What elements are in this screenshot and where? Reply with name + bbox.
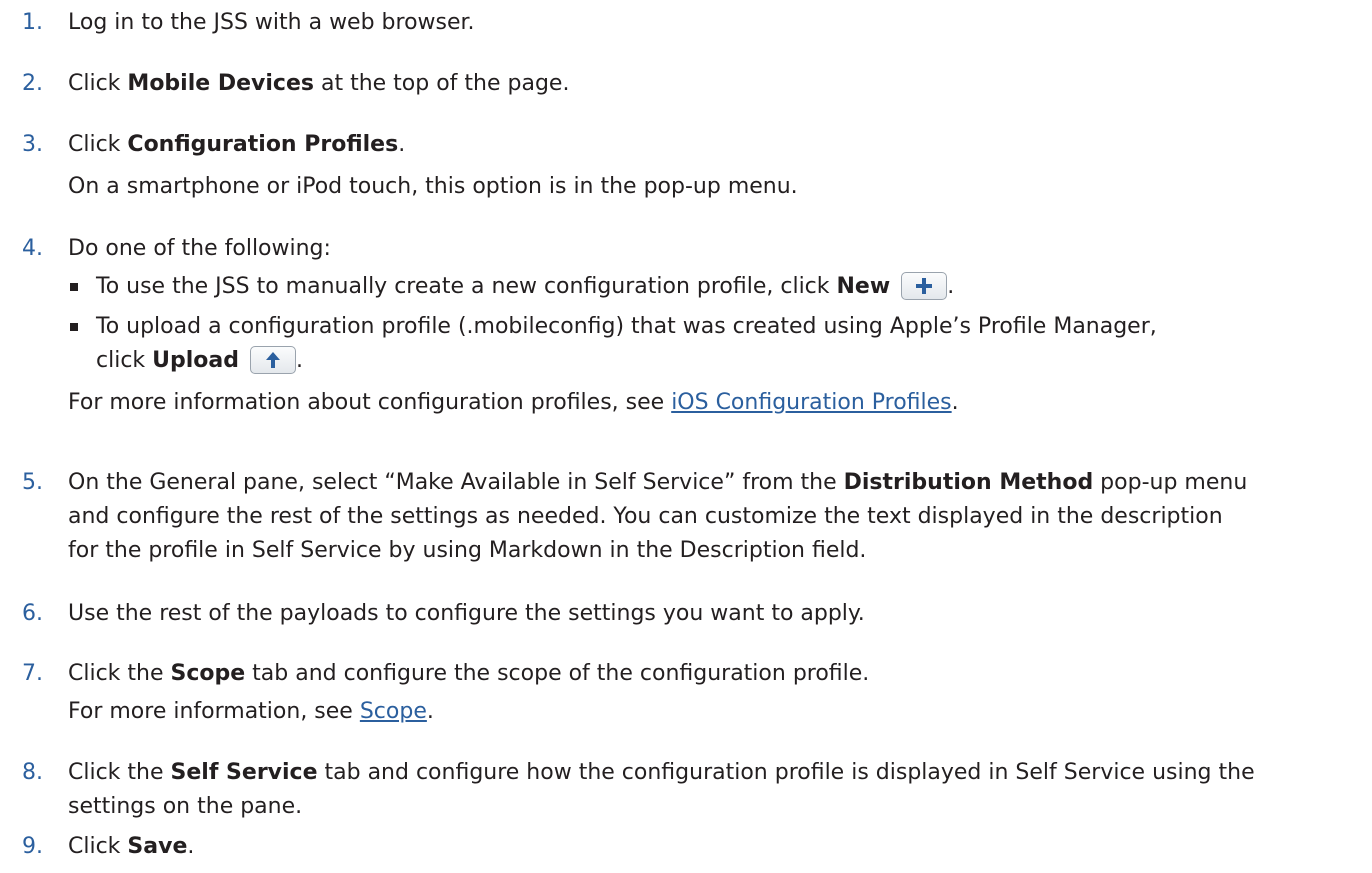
ui-term: New (836, 274, 891, 299)
step-text: at the top of the page. (313, 71, 570, 96)
step-number: 3. (22, 132, 43, 157)
step-text: Use the rest of the payloads to configur… (68, 601, 865, 626)
step-note: For more information about configuration… (68, 390, 959, 415)
step-text: and configure the rest of the settings a… (68, 504, 1223, 529)
ui-term: Configuration Profiles (127, 132, 399, 157)
step-text: Click (68, 71, 128, 96)
ui-term: Save (127, 834, 188, 859)
step-text: On the General pane, select “Make Availa… (68, 470, 844, 495)
ios-configuration-profiles-link[interactable]: iOS Configuration Profiles (671, 390, 951, 415)
step-text: Click (68, 834, 128, 859)
step-number: 4. (22, 236, 43, 261)
scope-link[interactable]: Scope (360, 699, 427, 724)
step-number: 9. (22, 834, 43, 859)
bullet-icon (70, 323, 78, 331)
options-list: To use the JSS to manually create a new … (68, 270, 1358, 378)
bullet-icon (70, 283, 78, 291)
step-number: 1. (22, 10, 43, 35)
step-number: 7. (22, 661, 43, 686)
step-text: Click (68, 132, 128, 157)
step-number: 6. (22, 601, 43, 626)
step-text: Do one of the following: (68, 236, 331, 261)
step-text: for the profile in Self Service by using… (68, 538, 867, 563)
plus-icon (916, 278, 933, 294)
step-text: Click the (68, 760, 171, 785)
step-number: 2. (22, 71, 43, 96)
list-item: To use the JSS to manually create a new … (68, 270, 1358, 304)
ui-term: Distribution Method (843, 470, 1094, 495)
step-text: Log in to the JSS with a web browser. (68, 10, 475, 35)
new-button[interactable] (901, 272, 948, 300)
list-item: To upload a configuration profile (.mobi… (68, 310, 1358, 378)
upload-button[interactable] (250, 346, 297, 374)
up-arrow-icon (266, 352, 281, 368)
ui-term: Mobile Devices (127, 71, 314, 96)
instruction-page: 1. Log in to the JSS with a web browser.… (0, 0, 1372, 873)
ui-term: Self Service (170, 760, 318, 785)
step-text: settings on the pane. (68, 794, 303, 819)
step-text: . (398, 132, 406, 157)
step-number: 5. (22, 470, 43, 495)
step-note: On a smartphone or iPod touch, this opti… (68, 174, 798, 199)
step-text: Click the (68, 661, 171, 686)
step-note: For more information, see Scope. (68, 699, 434, 724)
ui-term: Upload (152, 348, 240, 373)
step-number: 8. (22, 760, 43, 785)
ui-term: Scope (170, 661, 246, 686)
